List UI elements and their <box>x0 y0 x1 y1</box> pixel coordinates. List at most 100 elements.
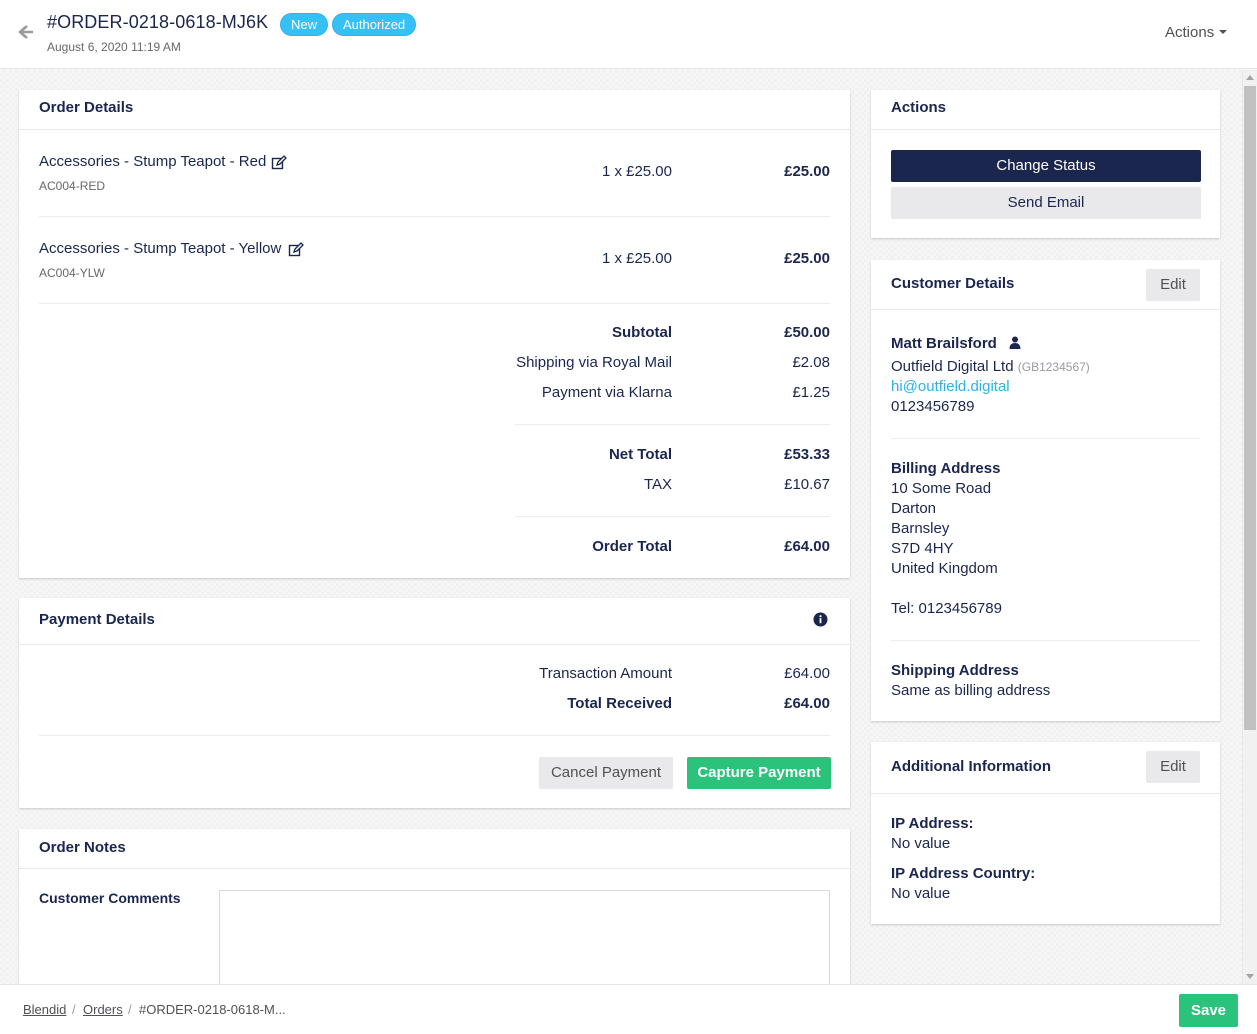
status-badge-new: New <box>280 13 329 36</box>
ip-address-label: IP Address: <box>891 815 974 832</box>
order-total-label: Order Total <box>592 538 672 555</box>
divider <box>39 303 830 304</box>
customer-email-link[interactable]: hi@outfield.digital <box>891 378 1010 395</box>
shipping-address-text: Same as billing address <box>891 682 1051 699</box>
edit-customer-button[interactable]: Edit <box>1146 269 1200 301</box>
divider <box>891 640 1200 641</box>
product-total: £25.00 <box>784 250 830 267</box>
transaction-amount-label: Transaction Amount <box>539 665 672 682</box>
order-total-value: £64.00 <box>784 538 830 555</box>
content-area[interactable]: Order Details Accessories - Stump Teapot… <box>0 70 1242 984</box>
company-name: Outfield Digital Ltd <box>891 358 1014 375</box>
divider <box>39 735 830 736</box>
edit-additional-info-button[interactable]: Edit <box>1146 751 1200 783</box>
order-details-card: Order Details Accessories - Stump Teapot… <box>19 90 850 578</box>
order-date: August 6, 2020 11:19 AM <box>47 40 181 54</box>
product-sku: AC004-RED <box>39 179 106 193</box>
breadcrumb-blendid[interactable]: Blendid <box>23 1002 66 1017</box>
actions-header: Actions <box>871 90 1220 130</box>
breadcrumb-orders[interactable]: Orders <box>83 1002 123 1017</box>
order-notes-card: Order Notes Customer Comments <box>19 829 850 984</box>
capture-payment-button[interactable]: Capture Payment <box>687 757 831 789</box>
actions-title: Actions <box>891 99 947 116</box>
vertical-scrollbar[interactable] <box>1242 70 1257 984</box>
total-received-label: Total Received <box>567 695 672 712</box>
status-badge-authorized: Authorized <box>332 13 417 36</box>
customer-details-title: Customer Details <box>891 275 1015 292</box>
billing-address-line: 10 Some Road <box>891 480 992 497</box>
divider <box>515 424 830 425</box>
order-details-title: Order Details <box>39 99 134 116</box>
order-notes-header: Order Notes <box>19 829 850 869</box>
send-email-button[interactable]: Send Email <box>891 187 1201 219</box>
total-received-value: £64.00 <box>784 695 830 712</box>
billing-address-title: Billing Address <box>891 460 1001 477</box>
payment-fee-label: Payment via Klarna <box>541 384 672 401</box>
product-sku: AC004-YLW <box>39 266 105 280</box>
change-status-button[interactable]: Change Status <box>891 150 1201 182</box>
payment-fee-value: £1.25 <box>792 384 830 401</box>
additional-information-title: Additional Information <box>891 758 1051 775</box>
divider <box>39 216 830 217</box>
order-details-header: Order Details <box>19 90 850 130</box>
additional-information-card: Additional Information Edit IP Address: … <box>871 742 1220 924</box>
customer-details-header: Customer Details Edit <box>871 260 1220 310</box>
tax-value: £10.67 <box>784 476 830 493</box>
payment-details-card: Payment Details Transaction Amount £64.0… <box>19 598 850 808</box>
actions-dropdown[interactable]: Actions <box>1165 24 1228 41</box>
billing-address-line: Barnsley <box>891 520 950 537</box>
customer-comments-label: Customer Comments <box>39 890 181 906</box>
subtotal-value: £50.00 <box>784 324 830 341</box>
scroll-thumb[interactable] <box>1244 86 1256 730</box>
cancel-payment-button[interactable]: Cancel Payment <box>539 757 673 789</box>
actions-card: Actions Change Status Send Email <box>871 90 1220 238</box>
info-icon[interactable] <box>813 612 828 627</box>
product-quantity: 1 x £25.00 <box>601 250 672 267</box>
billing-telephone: Tel: 0123456789 <box>891 600 1002 617</box>
edit-icon[interactable] <box>271 155 287 171</box>
shipping-address-title: Shipping Address <box>891 662 1019 679</box>
customer-company: Outfield Digital Ltd (GB1234567) <box>891 358 1090 375</box>
net-total-label: Net Total <box>608 446 672 463</box>
product-quantity: 1 x £25.00 <box>601 163 672 180</box>
order-notes-title: Order Notes <box>39 839 126 856</box>
save-button[interactable]: Save <box>1179 994 1238 1027</box>
product-total: £25.00 <box>784 163 830 180</box>
shipping-value: £2.08 <box>792 354 830 371</box>
tax-label: TAX <box>643 476 672 493</box>
divider <box>515 516 830 517</box>
ip-country-label: IP Address Country: <box>891 865 1036 882</box>
page-header: #ORDER-0218-0618-MJ6K New Authorized Aug… <box>0 0 1257 69</box>
back-arrow-icon[interactable] <box>16 22 36 42</box>
net-total-value: £53.33 <box>784 446 830 463</box>
breadcrumb-current: #ORDER-0218-0618-M... <box>139 1002 286 1017</box>
customer-comments-textarea[interactable] <box>219 890 830 984</box>
billing-address-line: United Kingdom <box>891 560 998 577</box>
ip-country-value: No value <box>891 885 951 902</box>
customer-name-text: Matt Brailsford <box>891 335 997 352</box>
breadcrumb-separator: / <box>72 1002 76 1017</box>
subtotal-label: Subtotal <box>612 324 672 341</box>
billing-address-line: Darton <box>891 500 937 517</box>
product-name: Accessories - Stump Teapot - Yellow <box>39 240 282 257</box>
page-footer: Blendid / Orders / #ORDER-0218-0618-M...… <box>0 984 1257 1034</box>
customer-details-card: Customer Details Edit Matt Brailsford Ou… <box>871 260 1220 721</box>
billing-address-line: S7D 4HY <box>891 540 954 557</box>
company-tax-code: (GB1234567) <box>1017 360 1090 374</box>
product-name: Accessories - Stump Teapot - Red <box>39 153 267 170</box>
order-number: #ORDER-0218-0618-MJ6K <box>47 12 269 32</box>
divider <box>891 438 1200 439</box>
caret-down-icon <box>1219 30 1228 34</box>
scroll-down-icon[interactable] <box>1246 974 1254 979</box>
ip-address-value: No value <box>891 835 951 852</box>
scroll-up-icon[interactable] <box>1246 75 1254 80</box>
breadcrumb-separator: / <box>128 1002 132 1017</box>
user-icon[interactable] <box>1009 336 1021 353</box>
payment-details-header: Payment Details <box>19 598 850 645</box>
edit-icon[interactable] <box>288 242 304 258</box>
payment-details-title: Payment Details <box>39 611 155 628</box>
actions-dropdown-label: Actions <box>1165 24 1215 41</box>
customer-name: Matt Brailsford <box>891 335 1021 353</box>
additional-information-header: Additional Information Edit <box>871 742 1220 794</box>
order-edit-page: #ORDER-0218-0618-MJ6K New Authorized Aug… <box>0 0 1257 1034</box>
